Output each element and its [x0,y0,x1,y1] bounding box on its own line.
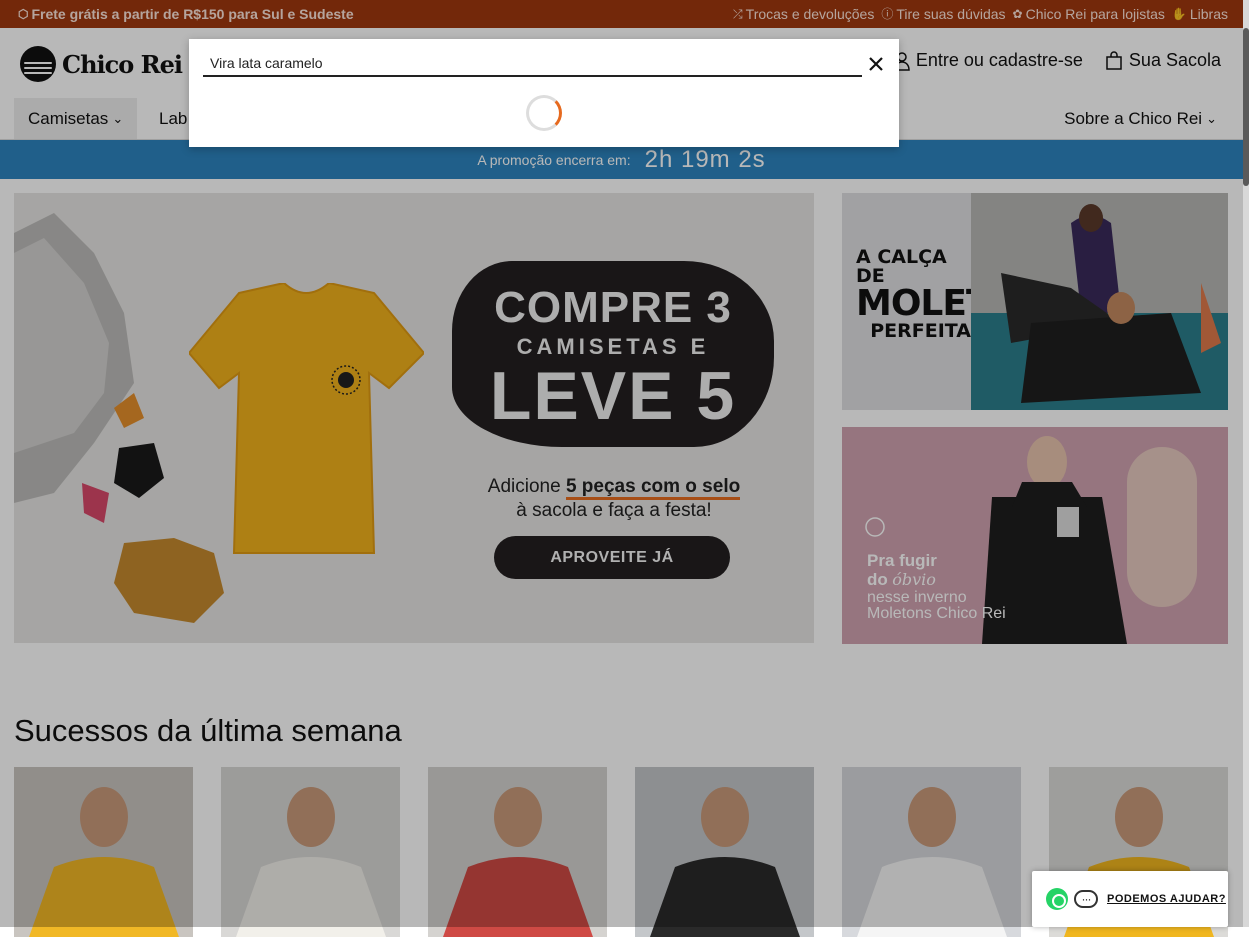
scrollbar[interactable] [1243,0,1249,927]
loading-spinner-icon [526,95,562,131]
whatsapp-icon [1046,888,1068,910]
search-input[interactable] [203,51,862,77]
scrollbar-thumb[interactable] [1243,28,1249,186]
chat-icon: ··· [1074,890,1098,908]
help-widget[interactable]: ··· PODEMOS AJUDAR? [1032,871,1228,927]
close-search-button[interactable] [865,53,887,75]
close-icon [869,57,883,71]
search-modal [189,39,899,147]
help-label: PODEMOS AJUDAR? [1107,893,1226,905]
